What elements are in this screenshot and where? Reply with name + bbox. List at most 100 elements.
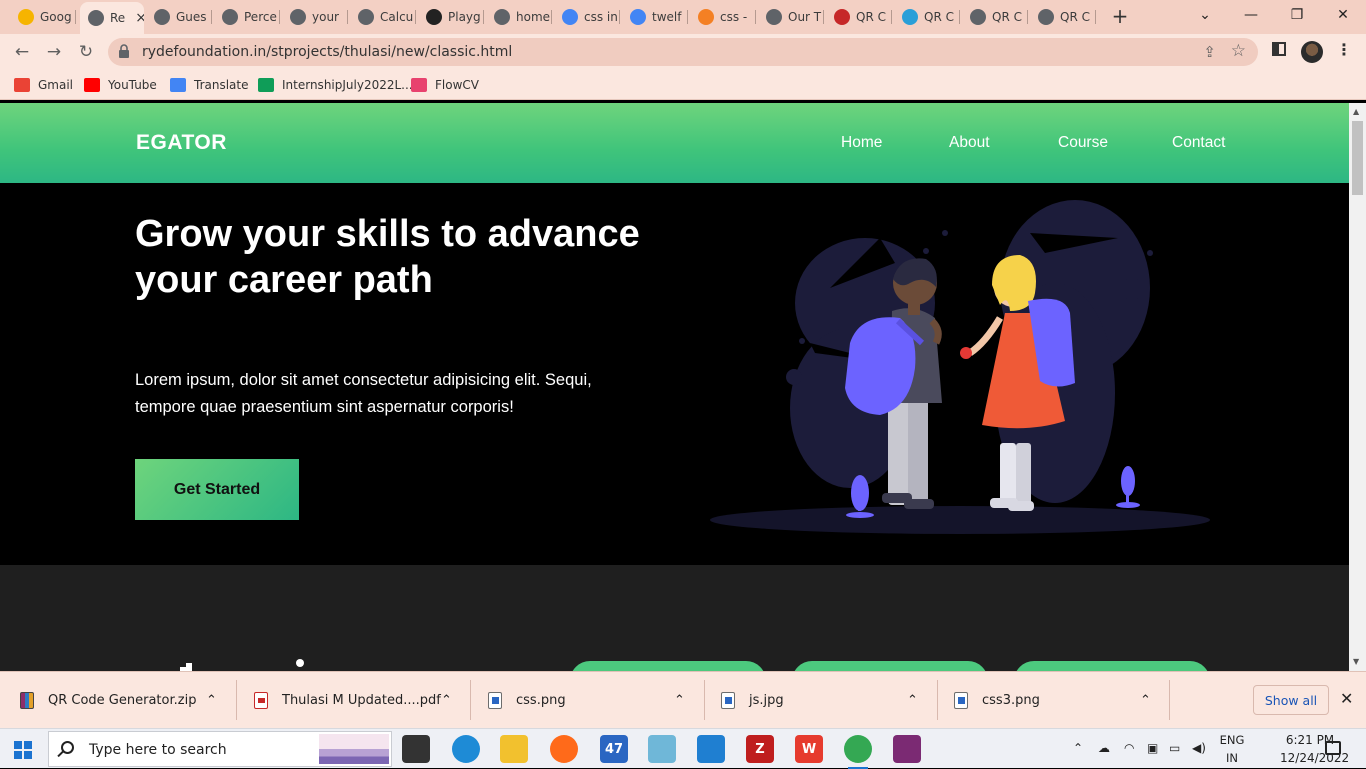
chevron-up-icon[interactable]: ⌃ [441, 672, 452, 729]
notes-icon[interactable] [648, 735, 676, 763]
back-button[interactable]: ← [10, 40, 34, 64]
scroll-down-arrow-icon[interactable]: ▼ [1353, 657, 1359, 666]
bookmark-star-icon[interactable]: ☆ [1231, 41, 1246, 61]
nav-link-home[interactable]: Home [841, 134, 882, 152]
divider [236, 680, 237, 720]
course-card[interactable] [1014, 661, 1210, 671]
scrollbar-thumb[interactable] [1352, 121, 1363, 195]
vscode-icon[interactable] [697, 735, 725, 763]
firefox-icon[interactable] [550, 735, 578, 763]
tab-divider [687, 10, 688, 24]
share-icon[interactable]: ⇪ [1203, 43, 1216, 61]
cn-icon [902, 9, 918, 25]
winrar-icon[interactable] [893, 735, 921, 763]
download-item[interactable]: QR Code Generator.zip [20, 672, 196, 729]
get-started-button[interactable]: Get Started [135, 459, 299, 520]
show-all-downloads-button[interactable]: Show all [1253, 685, 1329, 715]
address-bar[interactable]: rydefoundation.in/stprojects/thulasi/new… [108, 38, 1258, 66]
hero-description: Lorem ipsum, dolor sit amet consectetur … [135, 371, 592, 416]
scroll-up-arrow-icon[interactable]: ▲ [1353, 107, 1359, 116]
section-heading-partial [180, 659, 304, 671]
chevron-up-icon[interactable]: ⌃ [674, 672, 685, 729]
nav-link-contact[interactable]: Contact [1172, 134, 1225, 152]
taskbar-search-box[interactable]: Type here to search [48, 731, 392, 767]
runner-icon [834, 9, 850, 25]
close-window-button[interactable]: ✕ [1320, 0, 1366, 30]
browser-tab[interactable]: home [486, 4, 552, 30]
browser-tab[interactable]: Goog [10, 4, 76, 30]
volume-icon[interactable]: ◀) [1192, 741, 1206, 755]
tab-strip: Goog Re × Gues Perce your Calcu Playg home css in… [0, 0, 1366, 34]
reload-button[interactable]: ↻ [74, 40, 98, 64]
browser-tab[interactable]: QR C [1030, 4, 1096, 30]
course-card[interactable] [792, 661, 988, 671]
download-item[interactable]: css.png [488, 672, 566, 729]
input-language-indicator[interactable]: ENG IN [1218, 731, 1246, 767]
bookmark-item[interactable]: Translate [170, 76, 249, 94]
forward-button[interactable]: → [42, 40, 66, 64]
tab-search-button[interactable]: ⌄ [1182, 0, 1228, 30]
site-logo[interactable]: EGATOR [136, 131, 227, 155]
tab-title: Calcu [380, 10, 414, 24]
chevron-up-icon[interactable]: ⌃ [907, 672, 918, 729]
tab-title: QR C [856, 10, 886, 24]
chrome-menu-button[interactable]: ⋮ [1336, 40, 1352, 59]
browser-tab[interactable]: css in [554, 4, 620, 30]
minimize-button[interactable]: — [1228, 0, 1274, 30]
browser-tab[interactable]: Our T [758, 4, 824, 30]
nav-link-course[interactable]: Course [1058, 134, 1108, 152]
filezilla-icon[interactable]: Z [746, 735, 774, 763]
tab-divider [959, 10, 960, 24]
browser-tab[interactable]: Perce [214, 4, 280, 30]
browser-tab[interactable]: css - [690, 4, 756, 30]
browser-tab[interactable]: QR C [962, 4, 1028, 30]
task-view-icon[interactable] [402, 735, 430, 763]
page-scrollbar[interactable]: ▲ ▼ [1349, 103, 1366, 671]
wps-icon[interactable]: W [795, 735, 823, 763]
course-card[interactable] [570, 661, 766, 671]
lock-icon[interactable] [118, 44, 130, 58]
browser-tab[interactable]: QR C [826, 4, 892, 30]
globe-icon [766, 9, 782, 25]
bookmark-item[interactable]: YouTube [84, 76, 157, 94]
chevron-up-icon[interactable]: ⌃ [1140, 672, 1151, 729]
browser-tab[interactable]: Gues [146, 4, 212, 30]
profile-avatar[interactable] [1301, 41, 1323, 63]
bookmark-item[interactable]: FlowCV [411, 76, 479, 94]
download-filename: css.png [516, 693, 566, 708]
globe-icon [222, 9, 238, 25]
browser-tab[interactable]: Calcu [350, 4, 416, 30]
file-explorer-icon[interactable] [500, 735, 528, 763]
close-shelf-icon[interactable]: ✕ [1340, 689, 1353, 708]
browser-tab[interactable]: Re × [80, 2, 144, 34]
browser-toolbar: ← → ↻ rydefoundation.in/stprojects/thula… [0, 34, 1366, 70]
chrome-icon[interactable] [844, 735, 872, 769]
close-tab-icon[interactable]: × [135, 10, 144, 26]
side-panel-icon[interactable] [1272, 42, 1286, 56]
wifi-icon[interactable]: ◠ [1124, 741, 1134, 755]
mail-icon[interactable]: 47 [600, 735, 628, 763]
tray-overflow-chevron-icon[interactable]: ⌃ [1073, 741, 1083, 755]
maximize-button[interactable]: ❐ [1274, 0, 1320, 30]
nav-link-about[interactable]: About [949, 134, 990, 152]
battery-icon[interactable]: ▭ [1169, 741, 1180, 755]
bookmark-label: Gmail [38, 78, 74, 92]
browser-tab[interactable]: your [282, 4, 348, 30]
search-highlight-image [319, 734, 389, 764]
browser-tab[interactable]: QR C [894, 4, 960, 30]
browser-tab[interactable]: Playg [418, 4, 484, 30]
bookmark-item[interactable]: InternshipJuly2022L... [258, 76, 413, 94]
browser-tab[interactable]: twelf [622, 4, 688, 30]
download-item[interactable]: js.jpg [721, 672, 784, 729]
notifications-icon[interactable] [1325, 741, 1341, 755]
bookmark-item[interactable]: Gmail [14, 76, 73, 94]
windows-start-icon[interactable] [14, 741, 32, 759]
chevron-up-icon[interactable]: ⌃ [206, 672, 217, 729]
download-item[interactable]: css3.png [954, 672, 1040, 729]
url-text[interactable]: rydefoundation.in/stprojects/thulasi/new… [142, 44, 512, 60]
download-item[interactable]: Thulasi M Updated....pdf [254, 672, 441, 729]
meet-now-icon[interactable]: ▣ [1147, 741, 1158, 755]
edge-icon[interactable] [452, 735, 480, 763]
new-tab-button[interactable]: + [1108, 4, 1132, 28]
onedrive-icon[interactable]: ☁ [1098, 741, 1110, 755]
